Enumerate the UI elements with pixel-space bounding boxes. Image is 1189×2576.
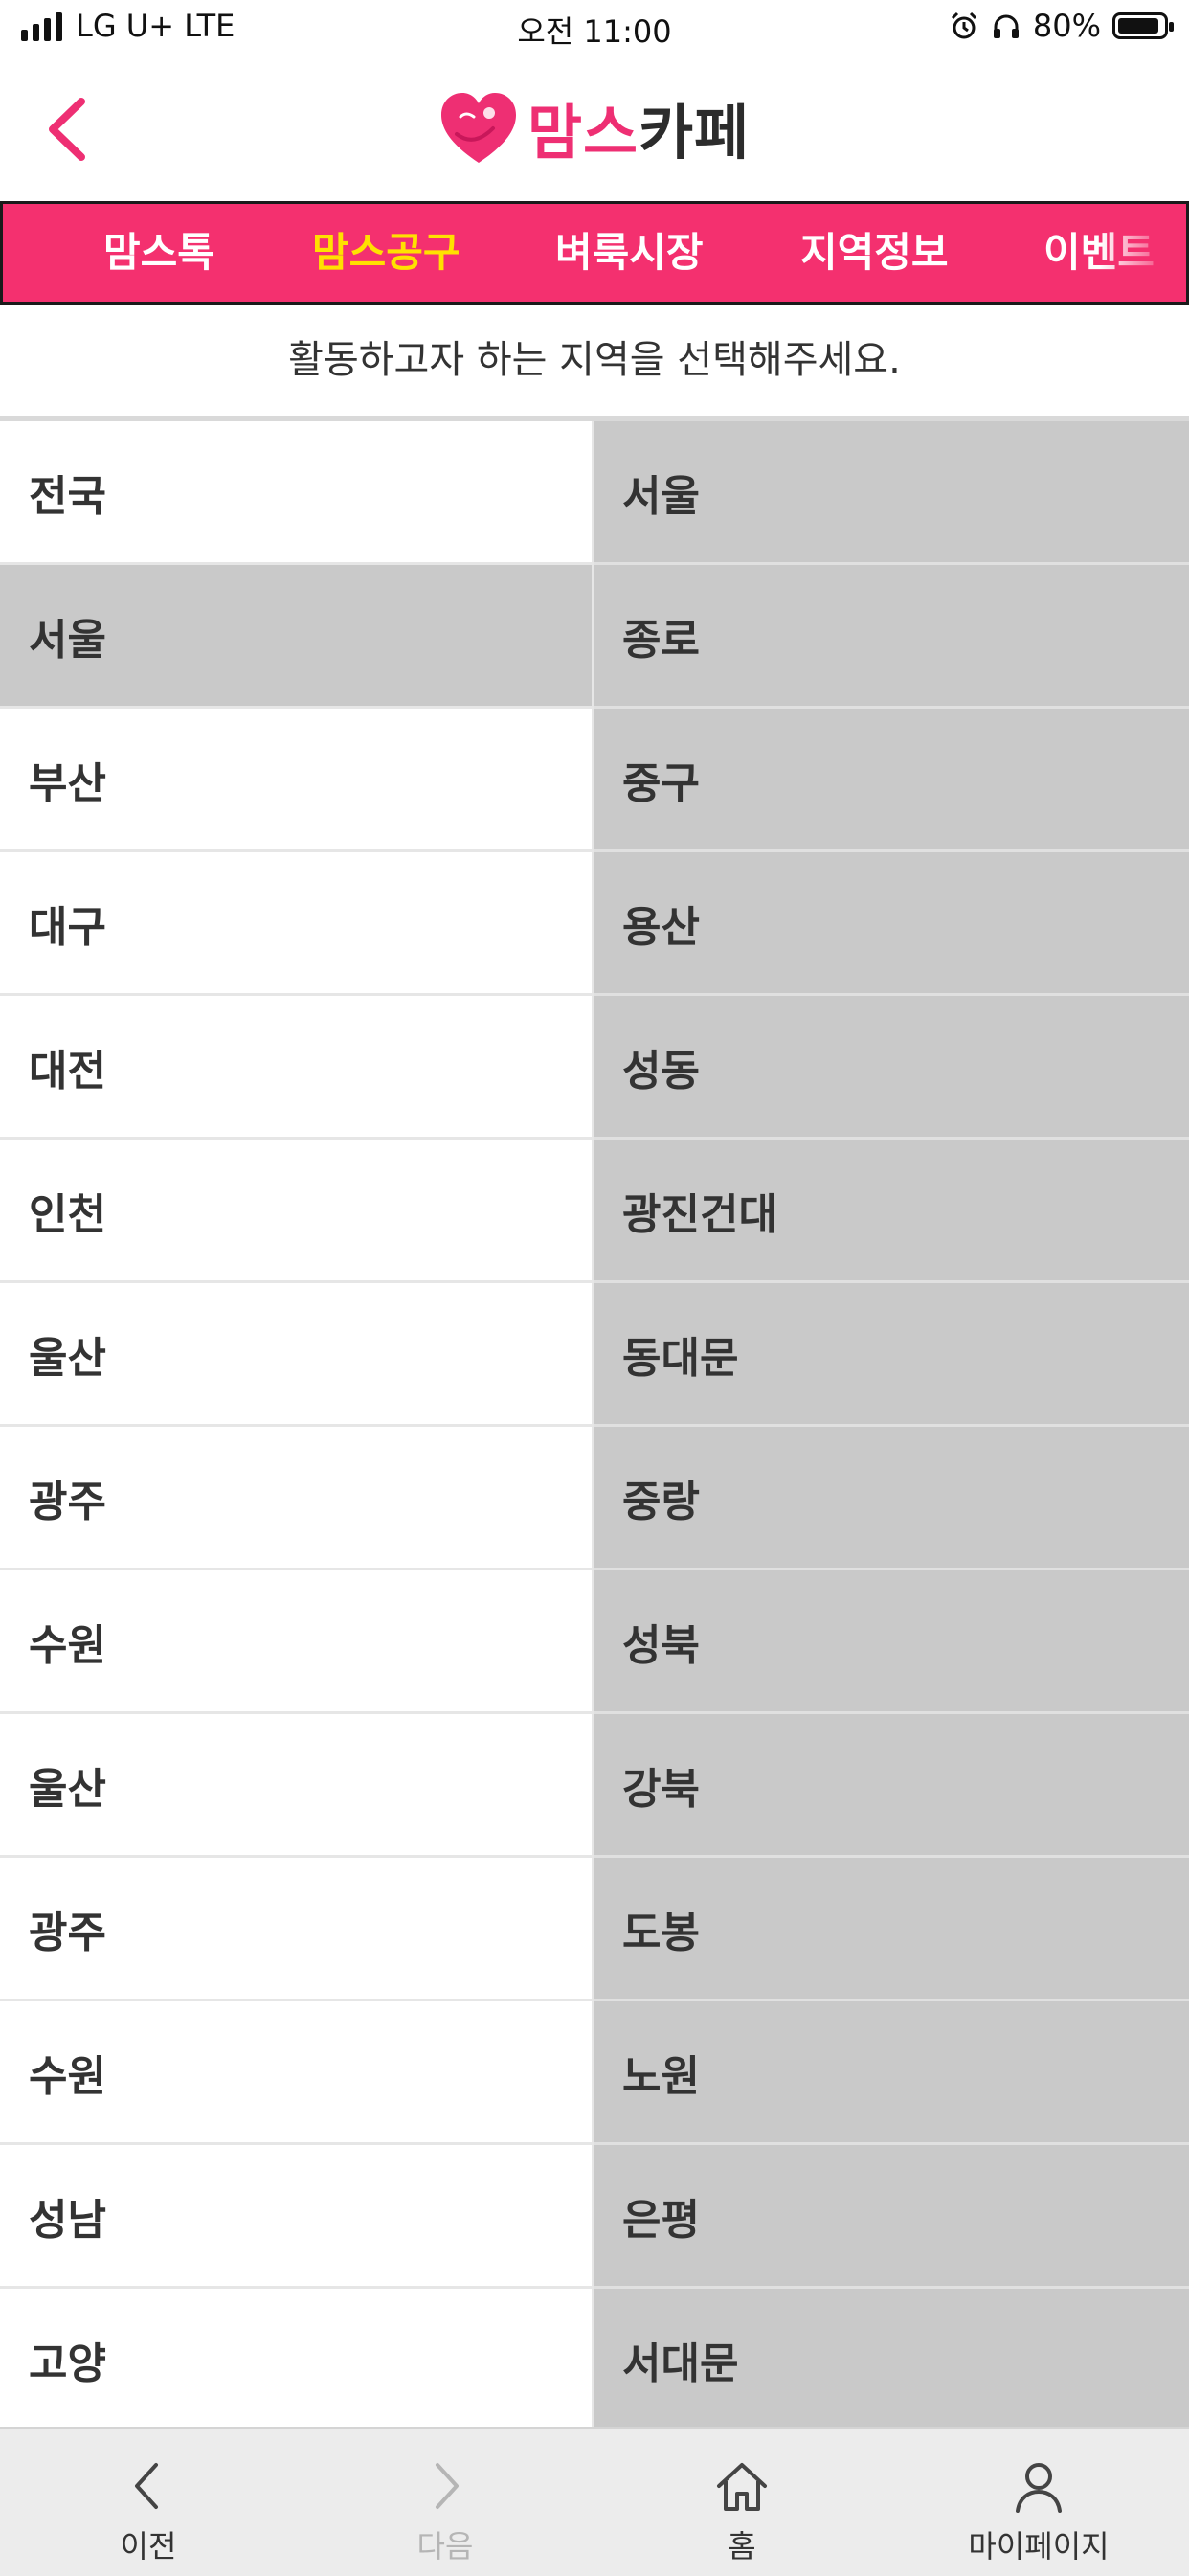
region-item[interactable]: 성남 <box>0 2145 592 2289</box>
region-item[interactable]: 전국 <box>0 421 592 565</box>
region-item[interactable]: 고양 <box>0 2289 592 2427</box>
region-item[interactable]: 울산 <box>0 1714 592 1858</box>
region-picker: 전국 서울 부산 대구 대전 인천 울산 광주 수원 울산 광주 수원 성남 고… <box>0 421 1189 2427</box>
nav-scroll-fade <box>1100 204 1186 302</box>
district-item[interactable]: 성동 <box>594 996 1189 1140</box>
region-item[interactable]: 인천 <box>0 1140 592 1283</box>
mypage-button[interactable]: 마이페이지 <box>890 2429 1187 2576</box>
app-header: 맘스카페 <box>0 57 1189 201</box>
district-item[interactable]: 광진건대 <box>594 1140 1189 1283</box>
next-label: 다음 <box>416 2528 474 2565</box>
user-icon <box>1016 2463 1062 2513</box>
district-item[interactable]: 서대문 <box>594 2289 1189 2427</box>
region-item[interactable]: 울산 <box>0 1283 592 1427</box>
district-item[interactable]: 중구 <box>594 709 1189 852</box>
region-item[interactable]: 대전 <box>0 996 592 1140</box>
district-item[interactable]: 노원 <box>594 2001 1189 2145</box>
mypage-label: 마이페이지 <box>968 2528 1110 2565</box>
district-item[interactable]: 강북 <box>594 1714 1189 1858</box>
logo-text-moms: 맘스 <box>527 98 639 168</box>
headphones-icon <box>993 14 1019 38</box>
region-item[interactable]: 광주 <box>0 1858 592 2001</box>
back-button[interactable] <box>29 91 105 168</box>
district-item[interactable]: 종로 <box>594 565 1189 709</box>
tab-momstalk[interactable]: 맘스톡 <box>103 204 214 302</box>
district-item[interactable]: 도봉 <box>594 1858 1189 2001</box>
next-button[interactable]: 다음 <box>297 2429 594 2576</box>
region-item-selected[interactable]: 서울 <box>0 565 592 709</box>
logo-text-cafe: 카페 <box>639 98 751 168</box>
status-right: 80% <box>949 8 1174 44</box>
region-list-district: 서울 종로 중구 용산 성동 광진건대 동대문 중랑 성북 강북 도봉 노원 은… <box>594 421 1189 2427</box>
region-item[interactable]: 대구 <box>0 852 592 996</box>
home-icon <box>717 2463 767 2511</box>
chevron-right-icon <box>436 2463 459 2509</box>
tab-momsgonggu[interactable]: 맘스공구 <box>312 204 460 302</box>
region-list-primary: 전국 서울 부산 대구 대전 인천 울산 광주 수원 울산 광주 수원 성남 고… <box>0 421 592 2427</box>
prev-label: 이전 <box>120 2528 177 2565</box>
region-item[interactable]: 수원 <box>0 1570 592 1714</box>
chevron-left-icon <box>135 2463 158 2509</box>
region-item[interactable]: 광주 <box>0 1427 592 1570</box>
district-item[interactable]: 성북 <box>594 1570 1189 1714</box>
heart-logo-icon <box>441 93 516 163</box>
district-item[interactable]: 동대문 <box>594 1283 1189 1427</box>
district-item[interactable]: 서울 <box>594 421 1189 565</box>
region-item[interactable]: 부산 <box>0 709 592 852</box>
district-item[interactable]: 중랑 <box>594 1427 1189 1570</box>
status-bar: LG U+ LTE 오전 11:00 80% <box>0 0 1189 57</box>
region-instruction: 활동하고자 하는 지역을 선택해주세요. <box>0 305 1189 421</box>
chevron-left-icon <box>49 98 85 161</box>
home-label: 홈 <box>728 2528 756 2565</box>
tab-flea-market[interactable]: 벼룩시장 <box>555 204 704 302</box>
category-nav: 맘스톡 맘스공구 벼룩시장 지역정보 이벤트 <box>0 201 1189 305</box>
district-item[interactable]: 은평 <box>594 2145 1189 2289</box>
moms-cafe-logo[interactable]: 맘스카페 <box>436 84 750 170</box>
tab-local-info[interactable]: 지역정보 <box>800 204 949 302</box>
bottom-toolbar: 이전 다음 홈 마이페이지 <box>0 2427 1189 2576</box>
alarm-icon <box>951 11 976 39</box>
battery-icon <box>1112 12 1174 39</box>
district-item[interactable]: 용산 <box>594 852 1189 996</box>
home-button[interactable]: 홈 <box>594 2429 890 2576</box>
region-item[interactable]: 수원 <box>0 2001 592 2145</box>
prev-button[interactable]: 이전 <box>0 2429 297 2576</box>
battery-percent: 80% <box>1032 8 1101 44</box>
